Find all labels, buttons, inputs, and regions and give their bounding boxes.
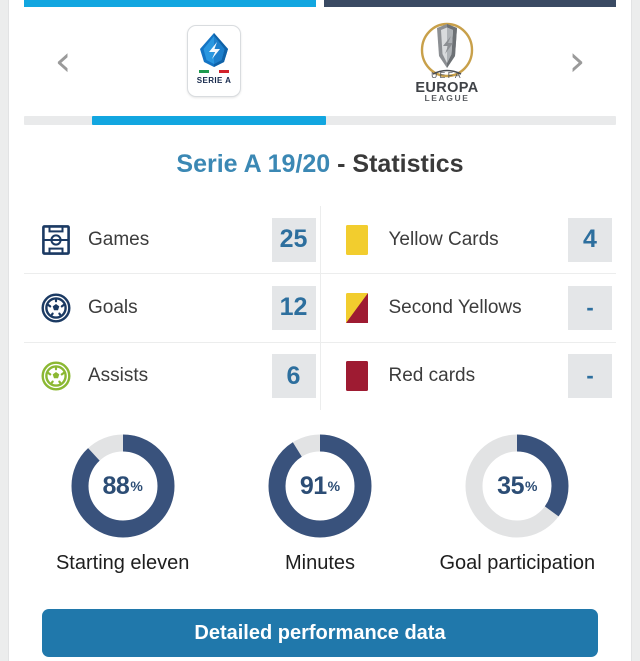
serie-a-wordmark: SERIE A	[196, 76, 232, 85]
second-yellow-card-icon	[341, 292, 373, 324]
stat-value-assists: 6	[271, 354, 316, 399]
carousel-scrollbar-track[interactable]	[24, 116, 616, 125]
stat-value-games: 25	[271, 217, 316, 262]
page-title: Serie A 19/20 - Statistics	[10, 150, 630, 179]
stat-value-second-yellows: -	[568, 285, 612, 330]
stat-row-second-yellows[interactable]: Second Yellows -	[320, 274, 616, 343]
donut-chart-minutes: 91 % Minutes	[221, 432, 418, 592]
statistics-grid: Games 25 Goals 12 Assists 6 Yellow Cards…	[24, 206, 616, 410]
donut-ring-minutes: 91 %	[266, 432, 374, 540]
donut-caption-starting-eleven: Starting eleven	[55, 552, 190, 574]
europa-league-logo-icon: UEFA EUROPA LEAGUE	[415, 22, 478, 102]
page-gutter-right	[631, 0, 640, 661]
stat-label-yellow-cards: Yellow Cards	[388, 228, 499, 250]
detailed-performance-data-button[interactable]: Detailed performance data	[42, 609, 598, 657]
stat-label-goals: Goals	[88, 296, 138, 318]
page-title-season: Serie A 19/20	[176, 150, 331, 178]
stat-label-second-yellows: Second Yellows	[388, 296, 522, 318]
stat-value-goals: 12	[271, 285, 316, 330]
assist-icon	[40, 360, 72, 392]
stat-row-assists[interactable]: Assists 6	[24, 343, 320, 410]
competition-tab-indicators	[10, 0, 630, 10]
chevron-right-icon[interactable]: ›	[560, 38, 594, 84]
stat-label-assists: Assists	[88, 365, 149, 387]
statistics-column-left: Games 25 Goals 12 Assists 6	[24, 206, 320, 410]
italy-flag-stripe	[199, 70, 229, 73]
statistics-column-right: Yellow Cards 4 Second Yellows - Red card…	[319, 206, 617, 410]
stat-label-games: Games	[88, 228, 150, 250]
competition-tab-indicator-inactive[interactable]	[324, 0, 616, 7]
competition-item-serie-a[interactable]: SERIE A	[154, 10, 274, 112]
stat-row-games[interactable]: Games 25	[24, 206, 320, 275]
pitch-icon	[40, 224, 72, 256]
page-title-label: Statistics	[352, 150, 464, 178]
competition-tab-indicator-active[interactable]	[24, 0, 316, 7]
svg-text:UEFA: UEFA	[431, 70, 463, 80]
page-gutter-left	[0, 0, 9, 661]
donut-chart-group: 88 % Starting eleven 91 % Minutes 35 % G…	[24, 432, 616, 592]
donut-ring-goal-participation: 35 %	[463, 432, 571, 540]
carousel-scrollbar-thumb[interactable]	[92, 116, 326, 125]
stat-row-red-cards[interactable]: Red cards -	[321, 343, 617, 410]
stat-value-yellow-cards: 4	[568, 217, 612, 262]
ball-icon	[40, 292, 72, 324]
serie-a-badge: SERIE A	[187, 25, 241, 97]
red-card-icon	[341, 360, 373, 392]
stat-row-goals[interactable]: Goals 12	[24, 274, 320, 343]
stat-row-yellow-cards[interactable]: Yellow Cards 4	[320, 206, 616, 275]
donut-caption-goal-participation: Goal participation	[439, 552, 596, 574]
stat-label-red-cards: Red cards	[388, 365, 476, 387]
yellow-card-icon	[341, 224, 373, 256]
donut-chart-goal-participation: 35 % Goal participation	[419, 432, 616, 592]
competition-item-europa-league[interactable]: UEFA EUROPA LEAGUE	[387, 10, 507, 112]
statistics-screen: ‹ SERIE A UEFA EUROPA LEAGUE › Serie A 1…	[0, 0, 640, 661]
serie-a-logo-icon	[200, 33, 228, 67]
chevron-left-icon[interactable]: ‹	[46, 38, 80, 84]
donut-caption-minutes: Minutes	[284, 552, 355, 574]
competition-carousel: ‹ SERIE A UEFA EUROPA LEAGUE ›	[10, 10, 630, 112]
page-title-separator: -	[330, 150, 353, 178]
stat-value-red-cards: -	[568, 354, 612, 399]
svg-text:LEAGUE: LEAGUE	[424, 93, 469, 102]
donut-ring-starting-eleven: 88 %	[69, 432, 177, 540]
donut-chart-starting-eleven: 88 % Starting eleven	[24, 432, 221, 592]
page-content: ‹ SERIE A UEFA EUROPA LEAGUE › Serie A 1…	[10, 0, 630, 661]
